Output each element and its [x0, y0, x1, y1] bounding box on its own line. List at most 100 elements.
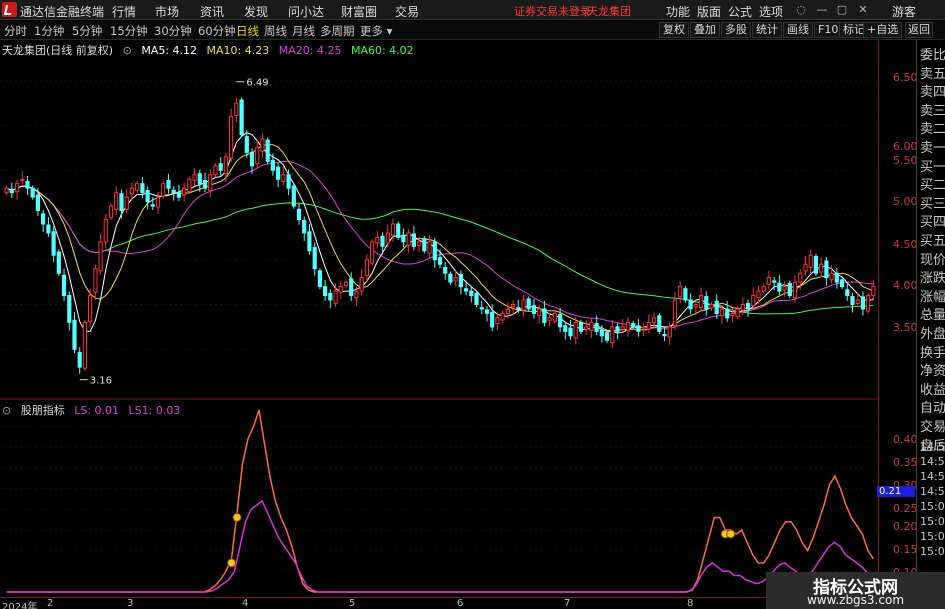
period-1min[interactable]: 1分钟 — [34, 23, 64, 39]
menu-wenxiaoda[interactable]: 问小达 — [288, 3, 324, 20]
side-label: 现价 — [920, 252, 945, 268]
tool-tongji[interactable]: 统计 — [752, 22, 782, 38]
candle-up — [161, 183, 166, 197]
period-fenshi[interactable]: 分时 — [4, 23, 27, 39]
indicator-tick: 0.20 — [893, 520, 918, 533]
candle-up — [672, 299, 678, 327]
candle-up — [4, 187, 9, 194]
menu-shichang[interactable]: 市场 — [155, 3, 179, 20]
candle-down — [422, 238, 427, 252]
candle-up — [505, 308, 510, 314]
candle-up — [808, 254, 813, 269]
date-tick: 3 — [127, 598, 134, 609]
candle-up — [537, 308, 542, 317]
period-weekly[interactable]: 周线 — [264, 23, 287, 39]
period-60min[interactable]: 60分钟 — [198, 23, 236, 39]
candle-down — [834, 272, 839, 283]
tool-huaxian[interactable]: 画线 — [783, 22, 813, 38]
candle-down — [244, 136, 249, 153]
trade-login-warning[interactable]: 证券交易未登录 — [514, 3, 591, 19]
title-bar: 通达信金融终端 行情 市场 资讯 发现 问小达 财富圈 交易 证券交易未登录 天… — [0, 0, 945, 20]
candle-down — [380, 235, 385, 247]
close-icon[interactable]: ✕ — [856, 2, 870, 17]
menu-faxian[interactable]: 发现 — [244, 3, 268, 20]
headset-icon[interactable]: ◌ — [794, 2, 808, 17]
candle-down — [777, 282, 782, 292]
side-label: 卖一 — [920, 141, 945, 156]
side-trade-time: 14:56 — [920, 440, 945, 453]
tool-back[interactable]: 返回 — [905, 22, 933, 38]
candle-down — [317, 270, 322, 288]
candle-down — [636, 325, 641, 332]
period-5min[interactable]: 5分钟 — [72, 23, 102, 39]
candle-down — [464, 288, 469, 292]
candle-up — [584, 326, 589, 330]
period-multi[interactable]: 多周期 — [320, 23, 355, 39]
candle-down — [41, 213, 46, 225]
quote-side-panel: 委比 卖五 卖四 卖三 卖二 卖一 买一 买二 买三 买四 买五 现价 涨跌 涨幅 总量 外盘 换手 净资 收益 自动… — [916, 40, 945, 609]
candle-up — [98, 241, 103, 272]
menu-banmian[interactable]: 版面 — [697, 3, 721, 20]
period-15min[interactable]: 15分钟 — [110, 23, 148, 39]
candle-down — [824, 260, 829, 279]
candle-down — [458, 273, 463, 288]
indicator-settings-icon[interactable]: ⊙ — [2, 404, 11, 417]
candle-down — [605, 332, 610, 341]
candle-up — [652, 317, 657, 323]
side-label: 涨跌 — [920, 271, 945, 287]
minimize-icon[interactable]: — — [815, 2, 829, 17]
menu-gongshi[interactable]: 公式 — [728, 3, 752, 20]
menu-caifuquan[interactable]: 财富圈 — [341, 3, 377, 20]
tool-diejia[interactable]: 叠加 — [690, 22, 720, 38]
candle-down — [839, 279, 845, 288]
candle-up — [182, 187, 187, 196]
side-label: 换手 — [920, 345, 945, 361]
period-toolbar: 分时 1分钟 5分钟 15分钟 30分钟 60分钟 日线 周线 月线 多周期 更… — [0, 21, 945, 40]
candle-down — [176, 192, 182, 198]
candle-up — [108, 205, 114, 218]
guest-user[interactable]: 游客 — [892, 3, 916, 20]
ls1-value: LS1: 0.03 — [128, 404, 181, 417]
value-axis: 6.50 6.00 5.50 5.00 4.50 4.00 3.50 0.40 … — [878, 40, 918, 595]
menu-xuanxiang[interactable]: 选项 — [759, 3, 783, 20]
candle-down — [61, 274, 67, 297]
period-30min[interactable]: 30分钟 — [154, 23, 192, 39]
side-label: 卖三 — [920, 103, 945, 119]
candle-down — [683, 288, 688, 301]
candle-up — [213, 165, 218, 176]
watermark-url: www.zbgs3.com — [806, 593, 905, 607]
candle-down — [437, 257, 443, 265]
chart-canvas[interactable]: 6.49 3.16 — [0, 40, 878, 595]
date-tick: 6 — [457, 598, 464, 609]
candle-up — [255, 147, 260, 165]
candle-down — [323, 286, 328, 297]
tool-duogu[interactable]: 多股 — [721, 22, 751, 38]
period-more[interactable]: 更多 ▾ — [360, 23, 392, 39]
tool-add-watchlist[interactable]: +自选 — [863, 22, 903, 38]
candle-down — [448, 273, 453, 283]
candle-down — [432, 241, 437, 261]
candle-up — [667, 326, 672, 338]
period-monthly[interactable]: 月线 — [292, 23, 315, 39]
candle-up — [678, 286, 683, 298]
candle-up — [364, 259, 369, 277]
period-daily[interactable]: 日线 — [236, 23, 259, 39]
candle-up — [500, 312, 505, 321]
date-tick: 4 — [242, 598, 249, 609]
candle-down — [850, 296, 855, 306]
candle-up — [20, 178, 25, 181]
signal-dot — [227, 558, 237, 568]
candle-down — [568, 327, 573, 337]
side-trade-time: 15:05 — [920, 530, 945, 543]
menu-hangqing[interactable]: 行情 — [112, 3, 136, 20]
maximize-icon[interactable]: ▢ — [835, 2, 849, 17]
candle-up — [223, 156, 229, 175]
side-trade-time: 14:56 — [920, 470, 945, 483]
side-label: 自动 — [920, 401, 945, 417]
menu-jiaoyi[interactable]: 交易 — [395, 3, 419, 20]
candle-up — [187, 178, 192, 192]
menu-gongneng[interactable]: 功能 — [666, 3, 690, 20]
ma-settings-icon[interactable]: ⊙ — [123, 44, 132, 57]
tool-fuquan[interactable]: 复权 — [659, 22, 689, 38]
menu-zixun[interactable]: 资讯 — [200, 3, 224, 20]
